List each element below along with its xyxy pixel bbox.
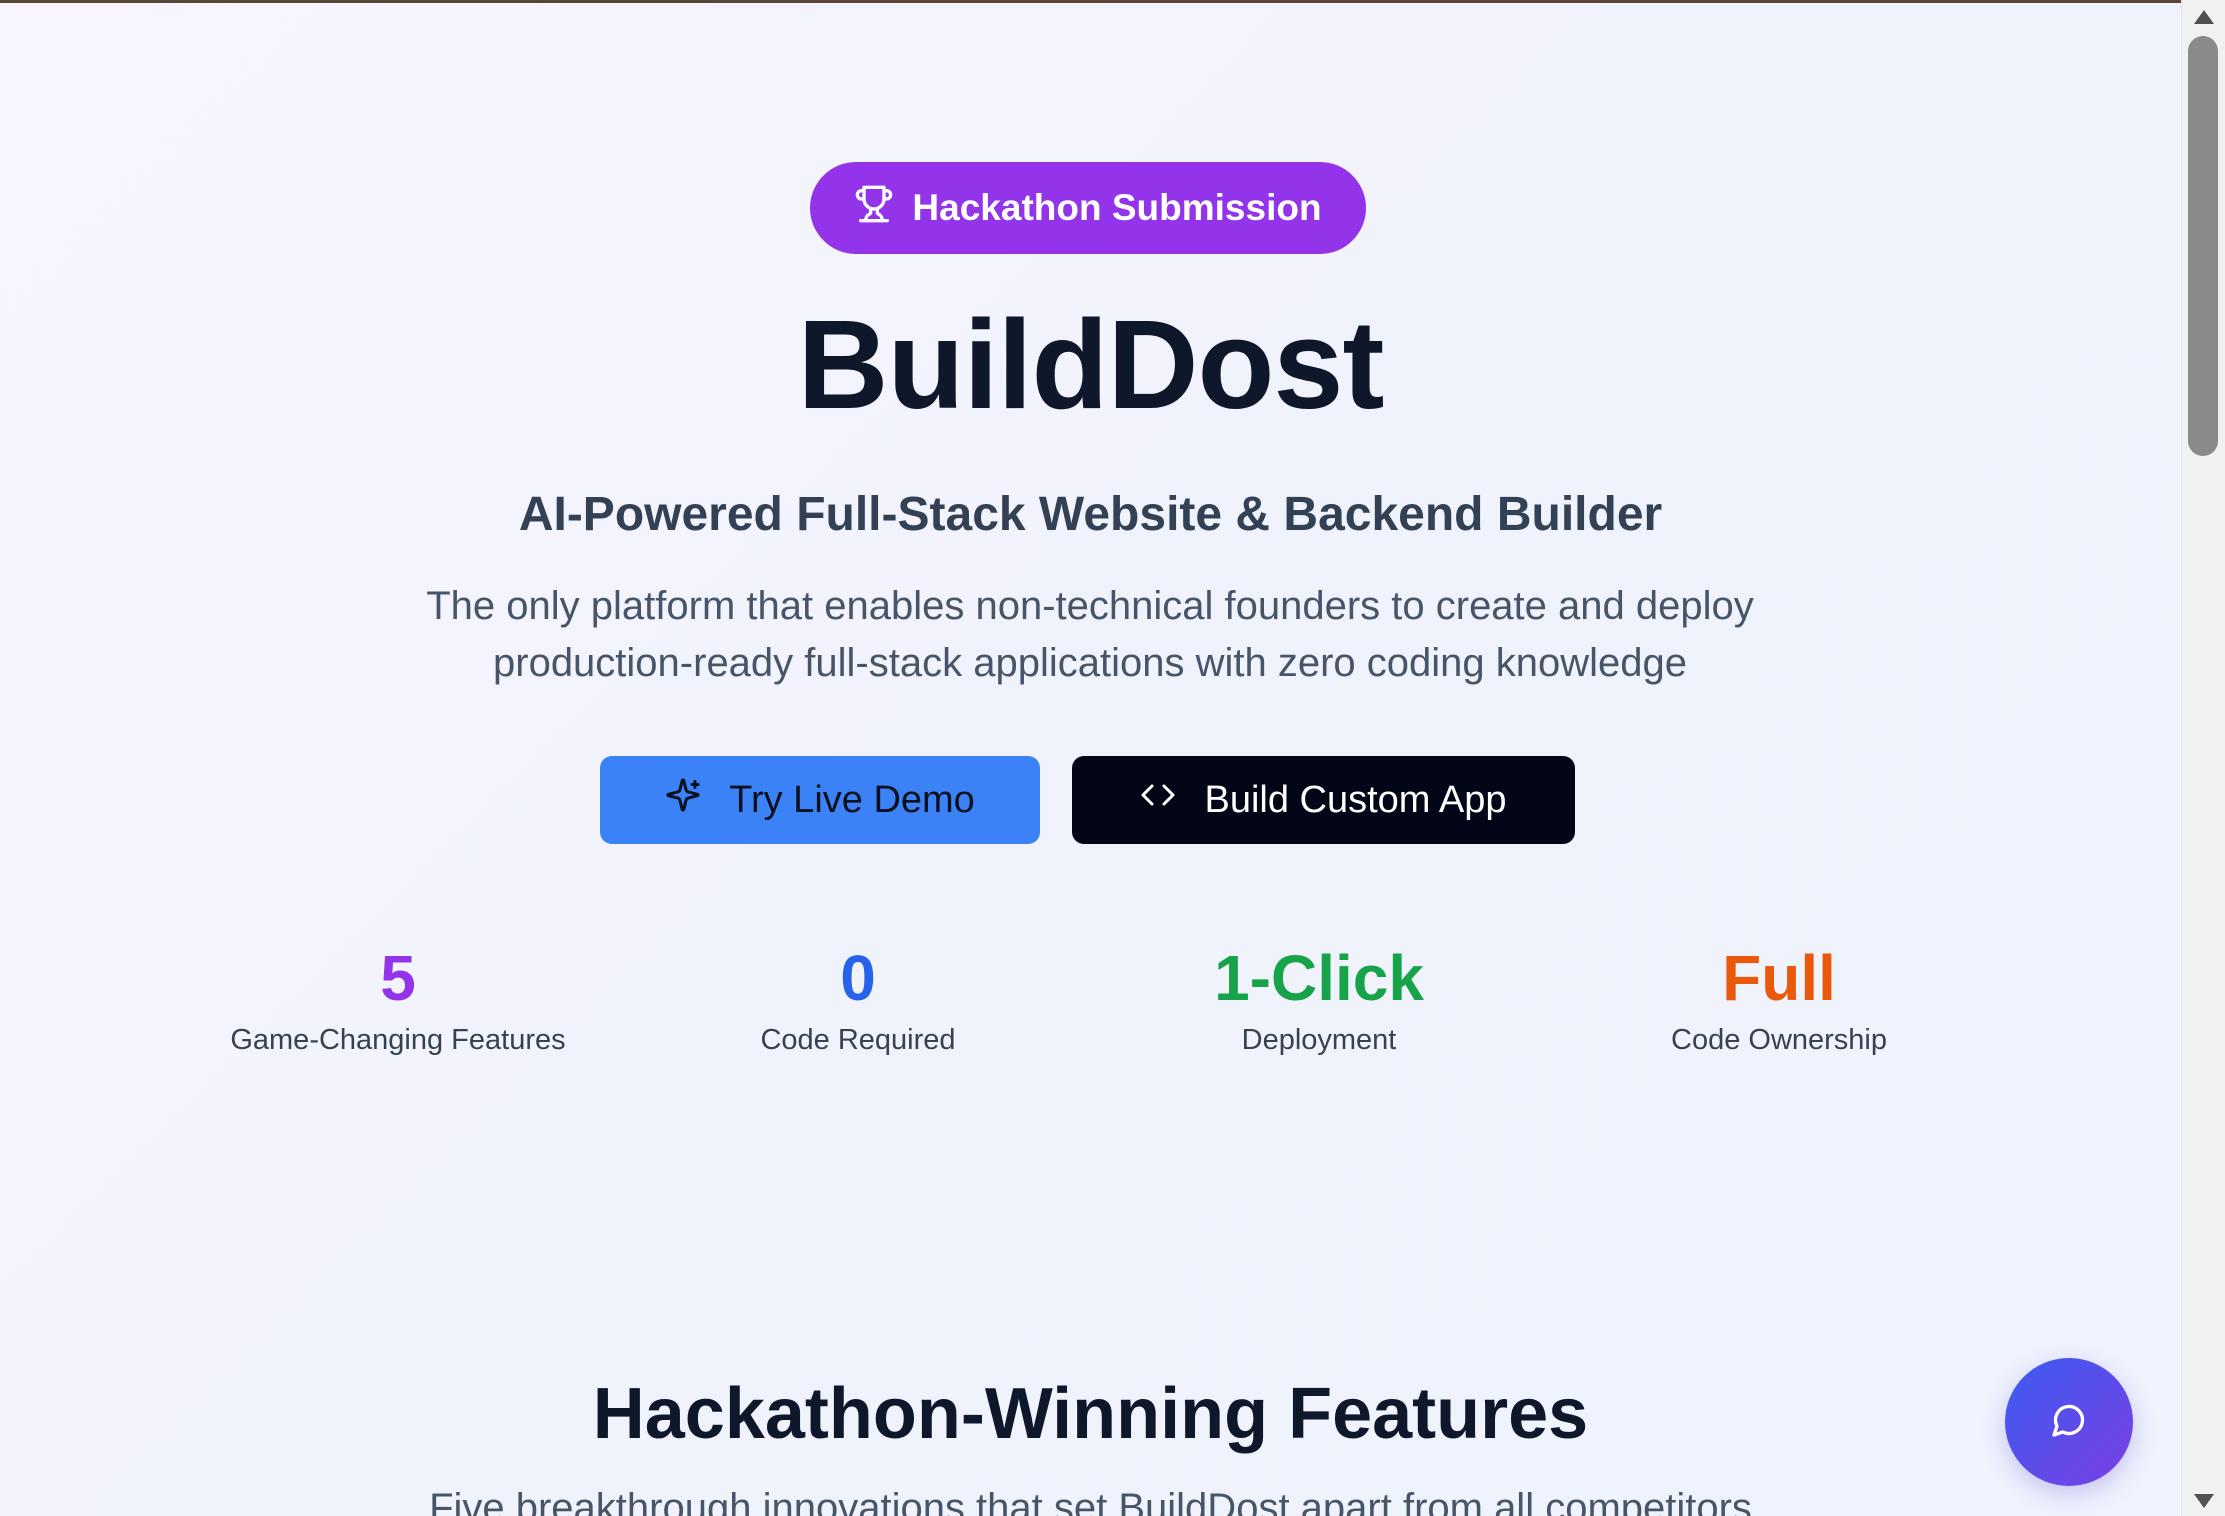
build-custom-app-label: Build Custom App xyxy=(1204,778,1507,821)
try-live-demo-label: Try Live Demo xyxy=(729,778,975,821)
stat-code-ownership: Full Code Ownership xyxy=(1549,938,2009,1060)
scrollbar-thumb[interactable] xyxy=(2188,36,2218,456)
stat-value: 0 xyxy=(840,942,876,1014)
build-custom-app-button[interactable]: Build Custom App xyxy=(1072,756,1575,844)
stat-label: Deployment xyxy=(1241,1024,1397,1056)
stat-code-required: 0 Code Required xyxy=(628,938,1088,1060)
stat-value: 1-Click xyxy=(1214,942,1424,1014)
scroll-down-arrow-icon[interactable] xyxy=(2194,1494,2214,1508)
hero-description-line-1: The only platform that enables non-techn… xyxy=(426,584,1754,628)
scroll-up-arrow-icon[interactable] xyxy=(2194,10,2214,24)
stat-label: Code Required xyxy=(760,1024,956,1056)
hero-description-line-2: production-ready full-stack applications… xyxy=(493,641,1687,685)
hero-description: The only platform that enables non-techn… xyxy=(340,578,1840,692)
code-icon xyxy=(1140,777,1176,823)
hero-title: BuildDost xyxy=(797,294,1385,435)
landing-page: Hackathon Submission BuildDost AI-Powere… xyxy=(0,0,2181,1516)
sparkles-icon xyxy=(665,777,701,823)
badge-label: Hackathon Submission xyxy=(912,187,1322,228)
stat-value: 5 xyxy=(380,942,416,1014)
hackathon-badge: Hackathon Submission xyxy=(810,162,1366,254)
stat-label: Code Ownership xyxy=(1671,1024,1887,1056)
stat-value: Full xyxy=(1722,942,1836,1014)
stat-deployment: 1-Click Deployment xyxy=(1089,938,1549,1060)
stat-label: Game-Changing Features xyxy=(230,1024,566,1056)
chat-button[interactable] xyxy=(2005,1358,2133,1486)
try-live-demo-button[interactable]: Try Live Demo xyxy=(600,756,1040,844)
features-subheading: Five breakthrough innovations that set B… xyxy=(429,1486,1752,1516)
trophy-icon xyxy=(854,184,894,233)
stat-features: 5 Game-Changing Features xyxy=(168,938,628,1060)
chat-bubble-icon xyxy=(2051,1402,2087,1443)
vertical-scrollbar[interactable] xyxy=(2181,0,2225,1516)
hero-subtitle: AI-Powered Full-Stack Website & Backend … xyxy=(518,488,1663,541)
features-heading: Hackathon-Winning Features xyxy=(592,1374,1589,1454)
